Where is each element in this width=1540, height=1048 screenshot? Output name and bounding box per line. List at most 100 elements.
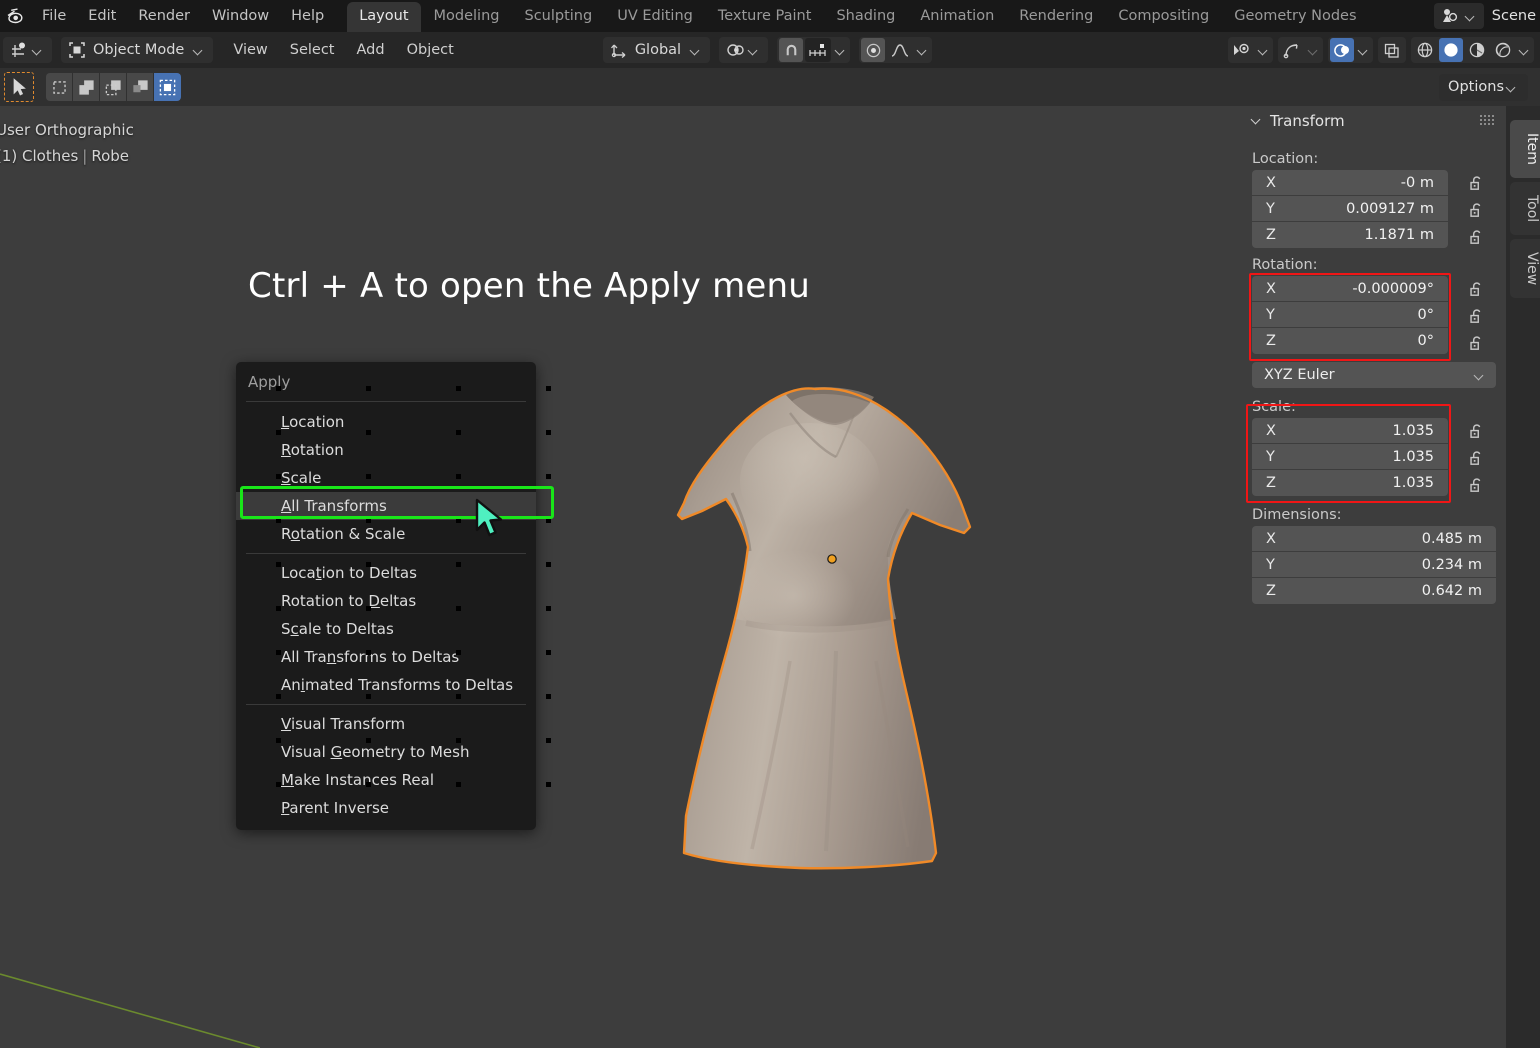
viewport-menu-add[interactable]: Add (346, 37, 396, 63)
scale-field-y[interactable]: Y 1.035 (1252, 444, 1448, 470)
transform-panel-header[interactable]: Transform (1242, 106, 1506, 136)
snap-to-selector[interactable] (805, 38, 832, 62)
viewport-menu-view[interactable]: View (222, 37, 278, 63)
workspace-tab-animation[interactable]: Animation (908, 2, 1006, 32)
scale-lock-z[interactable] (1456, 472, 1498, 499)
sidebar-tab-view[interactable]: View (1510, 239, 1540, 299)
rotation-lock-x[interactable] (1456, 276, 1498, 303)
chevron-down-icon[interactable] (1309, 46, 1318, 55)
select-mode-select-extend[interactable] (73, 73, 100, 101)
location-field-y[interactable]: Y 0.009127 m (1252, 196, 1448, 222)
robe-mesh[interactable] (640, 361, 1020, 886)
proportional-editing-toggle[interactable] (861, 38, 886, 62)
workspace-tab-uv-editing[interactable]: UV Editing (605, 2, 705, 32)
location-lock-x[interactable] (1456, 170, 1498, 197)
select-mode-select-intersect[interactable] (154, 73, 181, 101)
transform-orientation-selector[interactable]: Global (602, 37, 711, 63)
dimensions-field-y[interactable]: Y 0.234 m (1252, 552, 1496, 578)
rotation-field-x[interactable]: X -0.000009° (1252, 276, 1448, 302)
chevron-down-icon[interactable] (1259, 46, 1268, 55)
options-button[interactable]: Options (1439, 73, 1528, 101)
select-mode-select-set[interactable] (46, 73, 73, 101)
gizmo-toggle[interactable] (1280, 38, 1304, 62)
menu-item-rotation[interactable]: Rotation (236, 436, 536, 464)
dimensions-field-x[interactable]: X 0.485 m (1252, 526, 1496, 552)
workspace-tab-shading[interactable]: Shading (824, 2, 907, 32)
select-mode-select-invert[interactable] (127, 73, 154, 101)
workspace-tab-texture-paint[interactable]: Texture Paint (706, 2, 824, 32)
workspace-tab-compositing[interactable]: Compositing (1106, 2, 1221, 32)
location-field-z[interactable]: Z 1.1871 m (1252, 222, 1448, 248)
sidebar-tab-tool[interactable]: Tool (1510, 181, 1540, 236)
active-tool-button[interactable] (4, 72, 34, 102)
menu-item-location[interactable]: Location (236, 408, 536, 436)
scale-field-z[interactable]: Z 1.035 (1252, 470, 1448, 496)
select-mode-select-subtract[interactable] (100, 73, 127, 101)
menu-item-parent-inverse[interactable]: Parent Inverse (236, 794, 536, 822)
mode-label: Object Mode (93, 42, 185, 58)
chevron-down-icon (194, 46, 203, 55)
workspace-tab-sculpting[interactable]: Sculpting (512, 2, 604, 32)
rotation-mode-selector[interactable]: XYZ Euler (1252, 362, 1496, 388)
scene-name[interactable]: Scene (1486, 8, 1536, 24)
topbar-menu-window[interactable]: Window (201, 4, 280, 28)
menu-item-animated-transforms-to-deltas[interactable]: Animated Transforms to Deltas (236, 671, 536, 699)
panel-drag-grip[interactable] (1480, 115, 1496, 127)
snap-magnet-toggle[interactable] (779, 38, 804, 62)
menu-item-location-to-deltas[interactable]: Location to Deltas (236, 559, 536, 587)
dimensions-field-z[interactable]: Z 0.642 m (1252, 578, 1496, 604)
scale-label: Scale: (1252, 399, 1296, 415)
object-visibility-toggle[interactable] (1230, 38, 1254, 62)
overlays-toggle[interactable] (1330, 38, 1354, 62)
rotation-field-y[interactable]: Y 0° (1252, 302, 1448, 328)
viewport-menu-select[interactable]: Select (279, 37, 346, 63)
rotation-mode-label: XYZ Euler (1264, 367, 1335, 383)
chevron-down-icon[interactable] (836, 46, 845, 55)
viewport-menu-object[interactable]: Object (396, 37, 465, 63)
scale-lock-x[interactable] (1456, 418, 1498, 445)
chevron-down-icon[interactable] (1359, 46, 1368, 55)
chevron-down-icon[interactable] (1520, 46, 1529, 55)
shading-wireframe-button[interactable] (1413, 38, 1437, 62)
xray-toggle[interactable] (1380, 38, 1404, 62)
rotation-lock-y[interactable] (1456, 303, 1498, 330)
menu-item-visual-geometry-to-mesh[interactable]: Visual Geometry to Mesh (236, 738, 536, 766)
scene-selector[interactable] (1433, 3, 1484, 29)
topbar-menu-render[interactable]: Render (127, 4, 201, 28)
menu-item-all-transforms-to-deltas[interactable]: All Transforms to Deltas (236, 643, 536, 671)
rotation-field-z[interactable]: Z 0° (1252, 328, 1448, 354)
menu-item-make-instances-real[interactable]: Make Instances Real (236, 766, 536, 794)
editor-type-selector[interactable] (3, 37, 52, 63)
menu-item-scale[interactable]: Scale (236, 464, 536, 492)
menu-item-scale-to-deltas[interactable]: Scale to Deltas (236, 615, 536, 643)
chevron-down-icon[interactable] (918, 46, 927, 55)
menu-item-rotation-to-deltas[interactable]: Rotation to Deltas (236, 587, 536, 615)
workspace-tab-modeling[interactable]: Modeling (422, 2, 512, 32)
shading-rendered-button[interactable] (1491, 38, 1515, 62)
shading-solid-button[interactable] (1439, 38, 1463, 62)
workspace-tab-geometry-nodes[interactable]: Geometry Nodes (1222, 2, 1368, 32)
apply-context-menu[interactable]: Apply Location Rotation Scale All Transform… (236, 362, 536, 830)
shading-material-button[interactable] (1465, 38, 1489, 62)
gizmo-icon (1283, 43, 1298, 58)
scale-field-x[interactable]: X 1.035 (1252, 418, 1448, 444)
topbar-menu-file[interactable]: File (31, 4, 77, 28)
topbar-menu-edit[interactable]: Edit (77, 4, 127, 28)
scale-lock-y[interactable] (1456, 445, 1498, 472)
location-lock-y[interactable] (1456, 197, 1498, 224)
workspace-tab-layout[interactable]: Layout (347, 2, 421, 32)
mode-selector[interactable]: Object Mode (61, 37, 214, 63)
rotation-lock-z[interactable] (1456, 330, 1498, 357)
shading-material-preview-icon (1469, 42, 1485, 58)
tweak-tool-icon (13, 77, 26, 95)
falloff-curve-selector[interactable] (887, 38, 913, 62)
workspace-tab-rendering[interactable]: Rendering (1007, 2, 1105, 32)
shading-wireframe-icon (1417, 42, 1433, 58)
pivot-point-selector[interactable] (719, 37, 769, 63)
location-lock-z[interactable] (1456, 224, 1498, 251)
location-field-x[interactable]: X -0 m (1252, 170, 1448, 196)
sidebar-tab-item[interactable]: Item (1510, 120, 1540, 178)
blender-logo-icon[interactable] (1, 1, 31, 31)
menu-item-visual-transform[interactable]: Visual Transform (236, 710, 536, 738)
topbar-menu-help[interactable]: Help (280, 4, 335, 28)
